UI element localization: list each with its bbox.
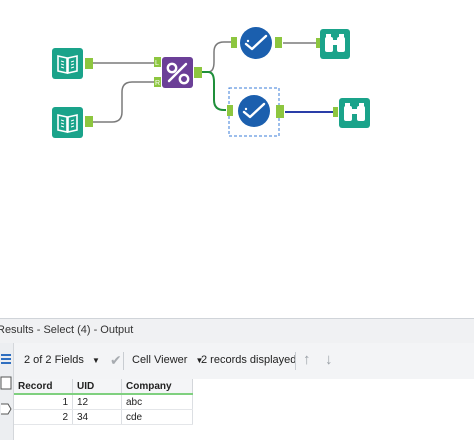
results-title-bar: Results - Select (4) - Output xyxy=(0,319,474,344)
scroll-up-button[interactable]: ↑ xyxy=(303,352,311,368)
right-anchor-label: R xyxy=(155,80,160,87)
record-cell[interactable]: 1 xyxy=(14,394,73,410)
view-mode-selector[interactable]: Cell Viewer ▼ xyxy=(132,352,203,368)
toolbar-divider xyxy=(123,352,124,370)
input-data-tool-2[interactable] xyxy=(52,107,93,138)
fields-selector-label: 2 of 2 Fields xyxy=(24,354,84,366)
results-table: Record UID Company 1 12 abc 2 34 cde xyxy=(14,379,193,425)
column-header-uid[interactable]: UID xyxy=(72,379,122,395)
metadata-view-icon[interactable] xyxy=(0,401,12,417)
arrow-down-icon: ↓ xyxy=(325,351,333,368)
workflow-canvas[interactable]: L R xyxy=(0,0,474,318)
table-view-icon[interactable] xyxy=(0,375,12,391)
scroll-down-button[interactable]: ↓ xyxy=(325,352,333,368)
browse-tool-2[interactable] xyxy=(333,98,370,128)
output-anchor[interactable] xyxy=(85,58,93,69)
results-toolbar: 2 of 2 Fields ▼ ✔ Cell Viewer ▼ 2 record… xyxy=(14,343,474,377)
checkmark-icon: ✔ xyxy=(110,352,122,368)
input-anchor[interactable] xyxy=(333,107,338,117)
toolbar-divider xyxy=(295,352,296,370)
fields-selector[interactable]: 2 of 2 Fields ▼ xyxy=(24,352,100,368)
select-tool-4[interactable] xyxy=(227,87,284,137)
output-anchor[interactable] xyxy=(194,67,202,78)
output-anchor[interactable] xyxy=(276,105,284,118)
output-anchor[interactable] xyxy=(275,37,282,48)
input-anchor[interactable] xyxy=(227,105,233,116)
table-row[interactable]: 2 34 cde xyxy=(14,409,193,425)
results-title: Results - Select (4) - Output xyxy=(0,324,134,336)
browse-tool-1[interactable] xyxy=(316,29,350,59)
input-anchor[interactable] xyxy=(231,37,237,48)
records-count: 2 records displayed xyxy=(201,354,297,366)
apply-fields-button[interactable]: ✔ xyxy=(110,352,122,368)
list-view-icon[interactable] xyxy=(0,351,12,367)
connector-input2-join[interactable] xyxy=(93,81,155,123)
connector-join-select1[interactable] xyxy=(202,41,233,73)
company-cell[interactable]: cde xyxy=(121,409,193,425)
output-anchor[interactable] xyxy=(85,116,93,127)
table-row[interactable]: 1 12 abc xyxy=(14,394,193,410)
join-tool[interactable]: L R xyxy=(154,57,202,88)
results-panel: Results - Select (4) - Output 2 of 2 Fie… xyxy=(0,318,474,440)
column-header-company[interactable]: Company xyxy=(121,379,193,395)
connector-join-select4[interactable] xyxy=(202,71,226,111)
uid-cell[interactable]: 12 xyxy=(72,394,122,410)
results-grid[interactable]: Record UID Company 1 12 abc 2 34 cde xyxy=(14,379,474,440)
results-side-strip xyxy=(0,343,14,440)
record-cell[interactable]: 2 xyxy=(14,409,73,425)
company-cell[interactable]: abc xyxy=(121,394,193,410)
select-tool-1[interactable] xyxy=(231,27,282,59)
chevron-down-icon: ▼ xyxy=(91,356,100,365)
view-mode-label: Cell Viewer xyxy=(132,354,188,366)
uid-cell[interactable]: 34 xyxy=(72,409,122,425)
connections xyxy=(93,41,335,123)
table-header-row: Record UID Company xyxy=(14,379,193,395)
left-anchor-label: L xyxy=(155,60,159,67)
arrow-up-icon: ↑ xyxy=(303,351,311,368)
column-header-record[interactable]: Record xyxy=(14,379,73,395)
input-data-tool-1[interactable] xyxy=(52,48,93,79)
